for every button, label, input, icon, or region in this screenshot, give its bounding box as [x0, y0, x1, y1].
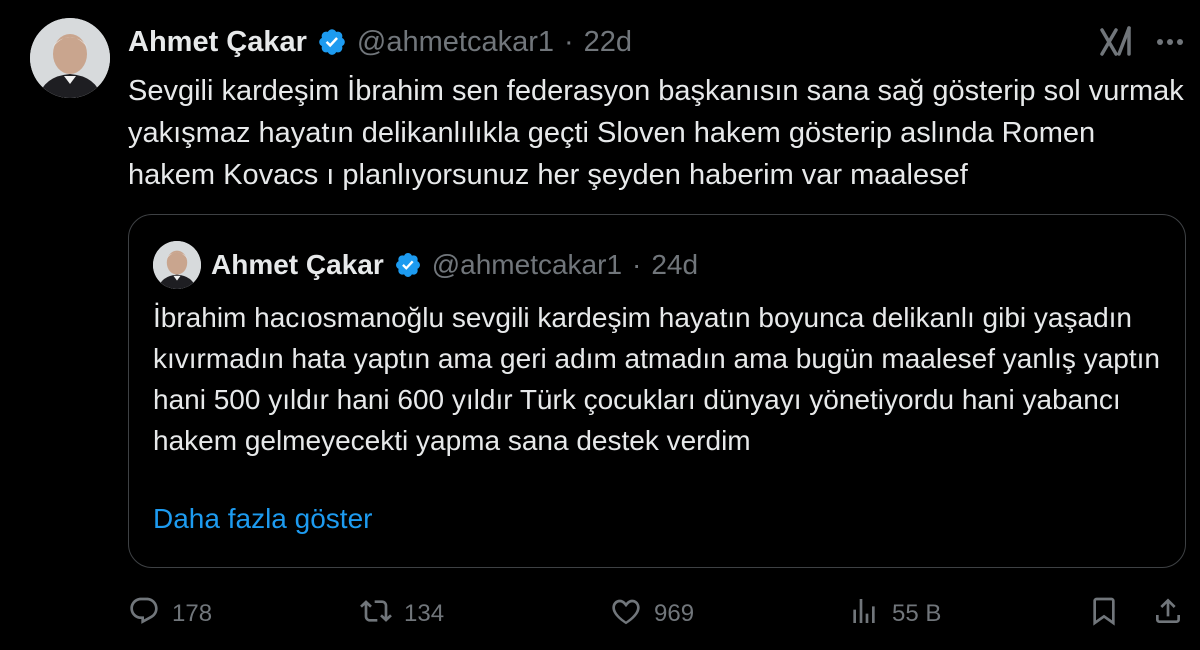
- like-count: 969: [654, 600, 695, 627]
- quote-author-handle[interactable]: @ahmetcakar1: [432, 249, 622, 281]
- quote-time[interactable]: 24d: [651, 249, 698, 281]
- bookmark-button[interactable]: [1088, 592, 1120, 636]
- reply-icon: [128, 595, 160, 634]
- show-more-link[interactable]: Daha fazla göster: [153, 503, 372, 535]
- avatar-image: [30, 18, 110, 98]
- reply-button[interactable]: 178: [128, 592, 212, 636]
- quote-header: Ahmet Çakar @ahmetcakar1 · 24d: [211, 243, 698, 287]
- verified-badge-icon: [317, 27, 347, 57]
- like-icon: [610, 595, 642, 634]
- retweet-icon: [360, 595, 392, 634]
- bookmark-icon: [1088, 595, 1120, 634]
- like-button[interactable]: 969: [610, 592, 694, 636]
- share-icon: [1152, 595, 1184, 634]
- quote-avatar[interactable]: [153, 241, 201, 289]
- separator-dot: ·: [564, 25, 574, 58]
- views-button[interactable]: 55 B: [848, 592, 941, 636]
- quote-text: İbrahim hacıosmanoğlu sevgili kardeşim h…: [153, 302, 1160, 456]
- quote-avatar-image: [153, 241, 201, 289]
- retweet-button[interactable]: 134: [360, 592, 444, 636]
- more-icon[interactable]: [1150, 22, 1190, 62]
- grok-icon[interactable]: [1096, 22, 1136, 62]
- views-count: 55 B: [892, 600, 942, 627]
- tweet-header: Ahmet Çakar @ahmetcakar1 · 22d: [128, 22, 632, 62]
- action-bar: 178 134 969 55 B: [128, 592, 1190, 636]
- quoted-tweet[interactable]: Ahmet Çakar @ahmetcakar1 · 24d İbrahim h…: [128, 214, 1186, 568]
- verified-badge-icon: [394, 251, 422, 279]
- quote-author-name[interactable]: Ahmet Çakar: [211, 249, 384, 281]
- author-name[interactable]: Ahmet Çakar: [128, 26, 307, 59]
- tweet-text: Sevgili kardeşim İbrahim sen federasyon …: [128, 75, 1184, 191]
- views-icon: [848, 595, 880, 634]
- reply-count: 178: [172, 600, 213, 627]
- author-handle[interactable]: @ahmetcakar1: [357, 26, 554, 59]
- retweet-count: 134: [404, 600, 445, 627]
- separator-dot: ·: [632, 249, 642, 280]
- share-button[interactable]: [1152, 592, 1184, 636]
- avatar[interactable]: [30, 18, 110, 98]
- tweet-time[interactable]: 22d: [584, 26, 632, 59]
